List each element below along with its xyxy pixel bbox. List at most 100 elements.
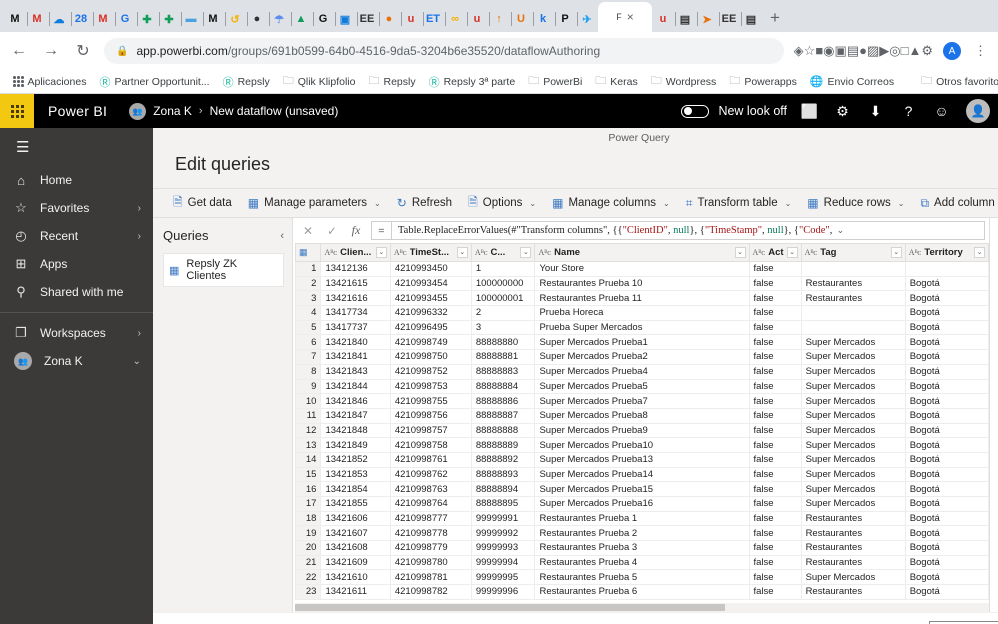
cell-timestamp[interactable]: 4210998752 bbox=[389, 364, 472, 380]
cell-clientid[interactable]: 13421608 bbox=[320, 540, 391, 556]
help-icon[interactable]: ? bbox=[892, 94, 925, 128]
table-row[interactable]: 7 13421841 4210998750 88888881 Super Mercado… bbox=[294, 349, 990, 365]
cell-code[interactable]: 99999995 bbox=[470, 569, 536, 586]
column-filter-dropdown-icon[interactable]: ⌄ bbox=[456, 247, 468, 258]
tab-onedrive[interactable]: ☁ bbox=[48, 6, 72, 32]
cell-timestamp[interactable]: 4210998781 bbox=[389, 569, 472, 586]
cell-tag[interactable]: Super Mercados bbox=[800, 408, 906, 424]
tab-orange-up[interactable]: ↑ bbox=[488, 6, 512, 32]
cell-active[interactable]: false bbox=[748, 408, 802, 424]
cell-clientid[interactable]: 13421848 bbox=[320, 423, 391, 439]
cell-name[interactable]: Super Mercados Prueba9 bbox=[534, 423, 750, 439]
cell-timestamp[interactable]: 4210998750 bbox=[389, 349, 472, 365]
tab-chart-1[interactable]: ▤ bbox=[674, 6, 698, 32]
active-tab[interactable]: F × bbox=[598, 2, 652, 32]
column-header-territory[interactable]: Aᴮᴄ Territory ⌄ bbox=[904, 243, 990, 262]
tab-google-2[interactable]: G bbox=[312, 6, 336, 32]
cell-timestamp[interactable]: 4210998763 bbox=[389, 481, 472, 497]
table-row[interactable]: 12 13421848 4210998757 88888888 Super Mercad… bbox=[294, 423, 990, 439]
cell-timestamp[interactable]: 4210998782 bbox=[389, 584, 472, 600]
cell-active[interactable]: false bbox=[748, 334, 802, 351]
table-row[interactable]: 23 13421611 4210998782 99999996 Restaurantes… bbox=[294, 584, 990, 600]
column-filter-dropdown-icon[interactable]: ⌄ bbox=[974, 247, 986, 258]
cell-name[interactable]: Super Mercados Prueba16 bbox=[534, 496, 750, 512]
cell-territory[interactable]: Bogotá bbox=[904, 423, 990, 439]
fx-icon[interactable]: fx bbox=[345, 223, 367, 238]
cell-active[interactable]: false bbox=[748, 540, 802, 556]
row-number-cell[interactable]: 4 bbox=[294, 305, 322, 321]
chevron-down-icon[interactable]: ⌄ bbox=[529, 199, 536, 208]
cell-territory[interactable]: Bogotá bbox=[904, 276, 990, 292]
tab-google[interactable]: G bbox=[114, 6, 138, 32]
cell-tag[interactable]: Super Mercados bbox=[800, 569, 906, 586]
row-number-cell[interactable]: 9 bbox=[294, 379, 322, 395]
ribbon-reduce-rows-button[interactable]: ▦ Reduce rows ⌄ bbox=[801, 193, 910, 213]
cell-code[interactable]: 99999992 bbox=[470, 525, 536, 542]
row-number-cell[interactable]: 15 bbox=[294, 467, 322, 483]
cell-tag[interactable]: Super Mercados bbox=[800, 481, 906, 497]
cell-tag[interactable] bbox=[800, 320, 906, 336]
tab-paint[interactable]: ☂ bbox=[268, 6, 292, 32]
cell-clientid[interactable]: 13421841 bbox=[320, 349, 391, 365]
cell-name[interactable]: Restaurantes Prueba 1 bbox=[534, 511, 750, 527]
toolbar-extension-icon-10[interactable]: ◎ bbox=[889, 43, 900, 58]
cell-timestamp[interactable]: 4210998756 bbox=[389, 408, 472, 424]
download-icon[interactable]: ⬇ bbox=[859, 94, 892, 128]
cell-timestamp[interactable]: 4210998764 bbox=[389, 496, 472, 512]
tab-globe-dark[interactable]: ● bbox=[246, 6, 270, 32]
settings-gear-icon[interactable]: ⚙ bbox=[826, 94, 859, 128]
column-header-tag[interactable]: Aᴮᴄ Tag ⌄ bbox=[800, 243, 906, 262]
ribbon-refresh-button[interactable]: ↻ Refresh bbox=[391, 193, 458, 213]
cell-territory[interactable]: Bogotá bbox=[904, 305, 990, 321]
new-look-toggle[interactable] bbox=[681, 104, 710, 118]
tab-twitter[interactable]: ✈ bbox=[576, 6, 598, 32]
tab-p-black[interactable]: P bbox=[554, 6, 578, 32]
cell-clientid[interactable]: 13417737 bbox=[320, 320, 391, 336]
cell-active[interactable]: false bbox=[748, 379, 802, 395]
cell-tag[interactable]: Super Mercados bbox=[800, 496, 906, 512]
table-row[interactable]: 14 13421852 4210998761 88888892 Super Mercad… bbox=[294, 452, 990, 468]
row-number-cell[interactable]: 23 bbox=[294, 584, 322, 600]
cell-clientid[interactable]: 13421607 bbox=[320, 525, 391, 542]
cell-code[interactable]: 88888883 bbox=[470, 364, 536, 380]
row-number-cell[interactable]: 3 bbox=[294, 290, 322, 307]
toolbar-extension-icon-13[interactable]: ⚙ bbox=[921, 43, 933, 58]
row-number-cell[interactable]: 11 bbox=[294, 408, 322, 424]
column-header-active[interactable]: AᴮᴄAct...⌄ bbox=[748, 243, 802, 262]
cell-tag[interactable]: Super Mercados bbox=[800, 423, 906, 439]
bookmark-qlik-klipfolio[interactable]: 🗀 Qlik Klipfolio bbox=[278, 70, 361, 93]
cell-timestamp[interactable]: 4210993454 bbox=[389, 276, 472, 292]
cell-tag[interactable]: Super Mercados bbox=[800, 467, 906, 483]
cell-code[interactable]: 99999991 bbox=[470, 511, 536, 527]
cell-territory[interactable]: Bogotá bbox=[904, 393, 990, 409]
chevron-down-icon[interactable]: ⌄ bbox=[374, 199, 381, 208]
row-number-cell[interactable]: 5 bbox=[294, 320, 322, 336]
row-number-cell[interactable]: 8 bbox=[294, 364, 322, 380]
table-row[interactable]: 21 13421609 4210998780 99999994 Restaurantes… bbox=[294, 555, 990, 571]
cell-code[interactable]: 99999996 bbox=[470, 584, 536, 600]
cell-territory[interactable]: Bogotá bbox=[904, 290, 990, 307]
cell-timestamp[interactable]: 4210998749 bbox=[389, 334, 472, 351]
cell-active[interactable]: false bbox=[748, 423, 802, 439]
cell-active[interactable]: false bbox=[748, 290, 802, 307]
sidebar-item-favorites[interactable]: ☆ Favorites › bbox=[0, 194, 153, 222]
cell-timestamp[interactable]: 4210998757 bbox=[389, 423, 472, 439]
ribbon-options-button[interactable]: 🗎 Options ⌄ bbox=[462, 190, 542, 217]
cell-active[interactable]: false bbox=[748, 320, 802, 336]
cell-territory[interactable]: Bogotá bbox=[904, 584, 990, 600]
bookmark-envio-correos[interactable]: 🌐 Envio Correos bbox=[805, 73, 899, 90]
cell-territory[interactable]: Bogotá bbox=[904, 496, 990, 512]
smiley-icon[interactable]: ☺ bbox=[925, 94, 958, 128]
forward-icon[interactable]: → bbox=[40, 42, 62, 60]
cell-territory[interactable]: Bogotá bbox=[904, 511, 990, 527]
tab-yellow-arrow[interactable]: ↺ bbox=[224, 6, 248, 32]
table-row[interactable]: 11 13421847 4210998756 88888887 Super Mercad… bbox=[294, 408, 990, 424]
column-header-code[interactable]: Aᴮᴄ C... ⌄ bbox=[470, 243, 536, 262]
cell-name[interactable]: Super Mercados Prueba4 bbox=[534, 364, 750, 380]
bookmark-repsly[interactable]: Ⓡ Repsly bbox=[218, 72, 275, 92]
chevron-down-icon[interactable]: ⌄ bbox=[898, 199, 905, 208]
table-row[interactable]: 17 13421855 4210998764 88888895 Super Mercad… bbox=[294, 496, 990, 512]
sidebar-item-recent[interactable]: ◴ Recent › bbox=[0, 222, 153, 250]
ribbon-transform-table-button[interactable]: ⌗ Transform table ⌄ bbox=[680, 193, 798, 214]
cell-territory[interactable]: Bogotá bbox=[904, 525, 990, 542]
